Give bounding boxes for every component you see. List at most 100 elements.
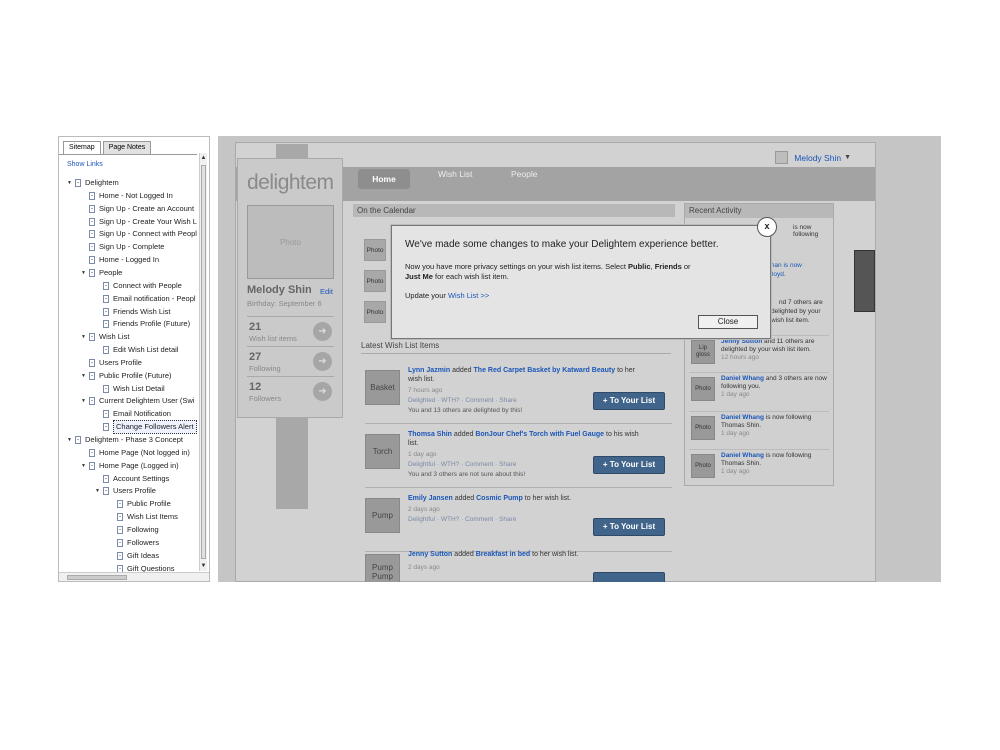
sitemap-node[interactable]: Email notification - Peopl: [95, 293, 196, 305]
delightem-logo[interactable]: delightem: [247, 171, 334, 195]
sitemap-node[interactable]: ▼ People: [81, 267, 122, 279]
stat-following[interactable]: 27 Following ➜: [247, 346, 334, 376]
sitemap-node[interactable]: Sign Up - Create Your Wish L: [81, 216, 197, 228]
calendar-photo[interactable]: Photo: [364, 301, 386, 323]
sitemap-node[interactable]: ▼ Delightem: [67, 177, 119, 189]
sitemap-node[interactable]: Friends Profile (Future): [95, 318, 190, 330]
item-link[interactable]: BonJour Chef's Torch with Fuel Gauge: [475, 431, 604, 438]
expand-toggle-icon[interactable]: ▼: [81, 395, 87, 407]
expand-toggle-icon[interactable]: ▼: [67, 177, 73, 189]
sitemap-node[interactable]: ▼ Public Profile (Future): [81, 370, 172, 382]
sitemap-node[interactable]: Connect with People: [95, 280, 182, 292]
scroll-up-icon[interactable]: ▲: [200, 153, 207, 163]
nav-home-tab[interactable]: Home: [358, 169, 410, 189]
user-link[interactable]: Thomsa Shin: [408, 431, 452, 438]
page-icon: [89, 230, 95, 239]
sitemap-horizontal-scrollbar[interactable]: [59, 572, 209, 581]
sitemap-node[interactable]: Home Page (Not logged in): [81, 447, 190, 459]
sitemap-node[interactable]: Followers: [109, 537, 159, 549]
feed-actions[interactable]: Delighted · WTH? · Comment · Share: [408, 397, 517, 404]
expand-toggle-icon[interactable]: ▼: [81, 267, 87, 279]
sitemap-node[interactable]: Sign Up - Connect with Peopl: [81, 228, 197, 240]
activity-photo[interactable]: Lip gloss: [691, 340, 715, 364]
activity-partial-text: Boyd.: [769, 271, 786, 278]
sitemap-node[interactable]: Friends Wish List: [95, 306, 171, 318]
close-icon[interactable]: x: [757, 217, 777, 237]
sitemap-node[interactable]: Wish List Items: [109, 511, 178, 523]
arrow-right-icon[interactable]: ➜: [313, 382, 332, 401]
arrow-right-icon[interactable]: ➜: [313, 352, 332, 371]
activity-photo[interactable]: Photo: [691, 454, 715, 478]
activity-item: Photo Daniel Whang and 3 others are now …: [689, 372, 829, 408]
item-link[interactable]: Cosmic Pump: [476, 495, 523, 502]
sitemap-node[interactable]: Sign Up - Complete: [81, 241, 164, 253]
nav-people-tab[interactable]: People: [511, 169, 537, 179]
sitemap-node[interactable]: ▼ Wish List: [81, 331, 129, 343]
sitemap-node[interactable]: Home - Not Logged In: [81, 190, 173, 202]
sitemap-node[interactable]: Account Settings: [95, 473, 169, 485]
show-links-link[interactable]: Show Links: [67, 161, 103, 168]
page-icon: [89, 397, 95, 406]
arrow-right-icon[interactable]: ➜: [313, 322, 332, 341]
add-to-list-button[interactable]: + To Your List: [593, 518, 665, 536]
sitemap-node[interactable]: ▼ Home Page (Logged in): [81, 460, 179, 472]
feed-actions[interactable]: Delightful · WTH? · Comment · Share: [408, 516, 516, 523]
calendar-photo[interactable]: Photo: [364, 239, 386, 261]
sitemap-vertical-scrollbar[interactable]: ▲ ▼: [199, 153, 207, 571]
tab-page-notes[interactable]: Page Notes: [102, 141, 152, 154]
horizontal-scrollbar-thumb[interactable]: [67, 575, 127, 580]
add-to-list-button[interactable]: + To Your List: [593, 392, 665, 410]
scroll-down-icon[interactable]: ▼: [200, 561, 207, 571]
page-icon: [89, 217, 95, 226]
user-link[interactable]: Lynn Jazmin: [408, 367, 450, 374]
item-thumbnail[interactable]: Torch: [365, 434, 400, 469]
sitemap-node[interactable]: Gift Ideas: [109, 550, 159, 562]
user-link[interactable]: Emily Jansen: [408, 495, 453, 502]
item-link[interactable]: Breakfast in bed: [476, 551, 530, 558]
edit-profile-link[interactable]: Edit: [320, 287, 333, 296]
activity-photo[interactable]: Photo: [691, 416, 715, 440]
item-thumbnail[interactable]: Pump: [365, 498, 400, 533]
item-link[interactable]: The Red Carpet Basket by Katward Beauty: [474, 367, 616, 374]
activity-photo[interactable]: Photo: [691, 377, 715, 401]
sitemap-node[interactable]: Sign Up - Create an Account: [81, 203, 194, 215]
expand-toggle-icon[interactable]: ▼: [95, 485, 101, 497]
close-button[interactable]: Close: [698, 315, 758, 329]
expand-toggle-icon[interactable]: ▼: [67, 434, 73, 446]
activity-user-link[interactable]: Jenny Sutton: [721, 338, 762, 345]
activity-time: 1 day ago: [721, 468, 750, 475]
sitemap-node[interactable]: Following: [109, 524, 159, 536]
sitemap-node[interactable]: ▼ Delightem - Phase 3 Concept: [67, 434, 183, 446]
page-icon: [89, 256, 95, 265]
sitemap-node[interactable]: Wish List Detail: [95, 383, 165, 395]
nav-wishlist-tab[interactable]: Wish List: [438, 169, 472, 179]
wish-list-link[interactable]: Wish List >>: [448, 291, 489, 300]
user-menu[interactable]: Melody Shin ▼: [775, 151, 851, 164]
chevron-down-icon: ▼: [844, 154, 851, 161]
sitemap-node[interactable]: Email Notification: [95, 408, 171, 420]
expand-toggle-icon[interactable]: ▼: [81, 460, 87, 472]
stat-wishlist-items[interactable]: 21 Wish list items ➜: [247, 316, 334, 346]
scrollbar-thumb[interactable]: [201, 165, 206, 559]
sitemap-node[interactable]: Edit Wish List detail: [95, 344, 178, 356]
item-thumbnail[interactable]: Pump Pump: [365, 554, 400, 582]
sitemap-node[interactable]: ▼ Current Delightem User (Swi: [81, 395, 194, 407]
calendar-photo[interactable]: Photo: [364, 270, 386, 292]
sitemap-node[interactable]: Home - Logged In: [81, 254, 159, 266]
sitemap-node[interactable]: Change Followers Alert: [95, 420, 197, 435]
sitemap-node[interactable]: Users Profile: [81, 357, 142, 369]
activity-user-link[interactable]: Daniel Whang: [721, 452, 764, 459]
expand-toggle-icon[interactable]: ▼: [81, 370, 87, 382]
stat-followers[interactable]: 12 Followers ➜: [247, 376, 334, 406]
user-link[interactable]: Jenny Sutton: [408, 551, 452, 558]
feed-actions[interactable]: Delightful · WTH? · Comment · Share: [408, 461, 516, 468]
item-thumbnail[interactable]: Basket: [365, 370, 400, 405]
activity-user-link[interactable]: Daniel Whang: [721, 375, 764, 382]
expand-toggle-icon[interactable]: ▼: [81, 331, 87, 343]
add-to-list-button[interactable]: [593, 572, 665, 582]
add-to-list-button[interactable]: + To Your List: [593, 456, 665, 474]
sitemap-node[interactable]: Public Profile: [109, 498, 171, 510]
sitemap-node[interactable]: ▼ Users Profile: [95, 485, 156, 497]
activity-user-link[interactable]: Daniel Whang: [721, 414, 764, 421]
tab-sitemap[interactable]: Sitemap: [63, 141, 101, 154]
